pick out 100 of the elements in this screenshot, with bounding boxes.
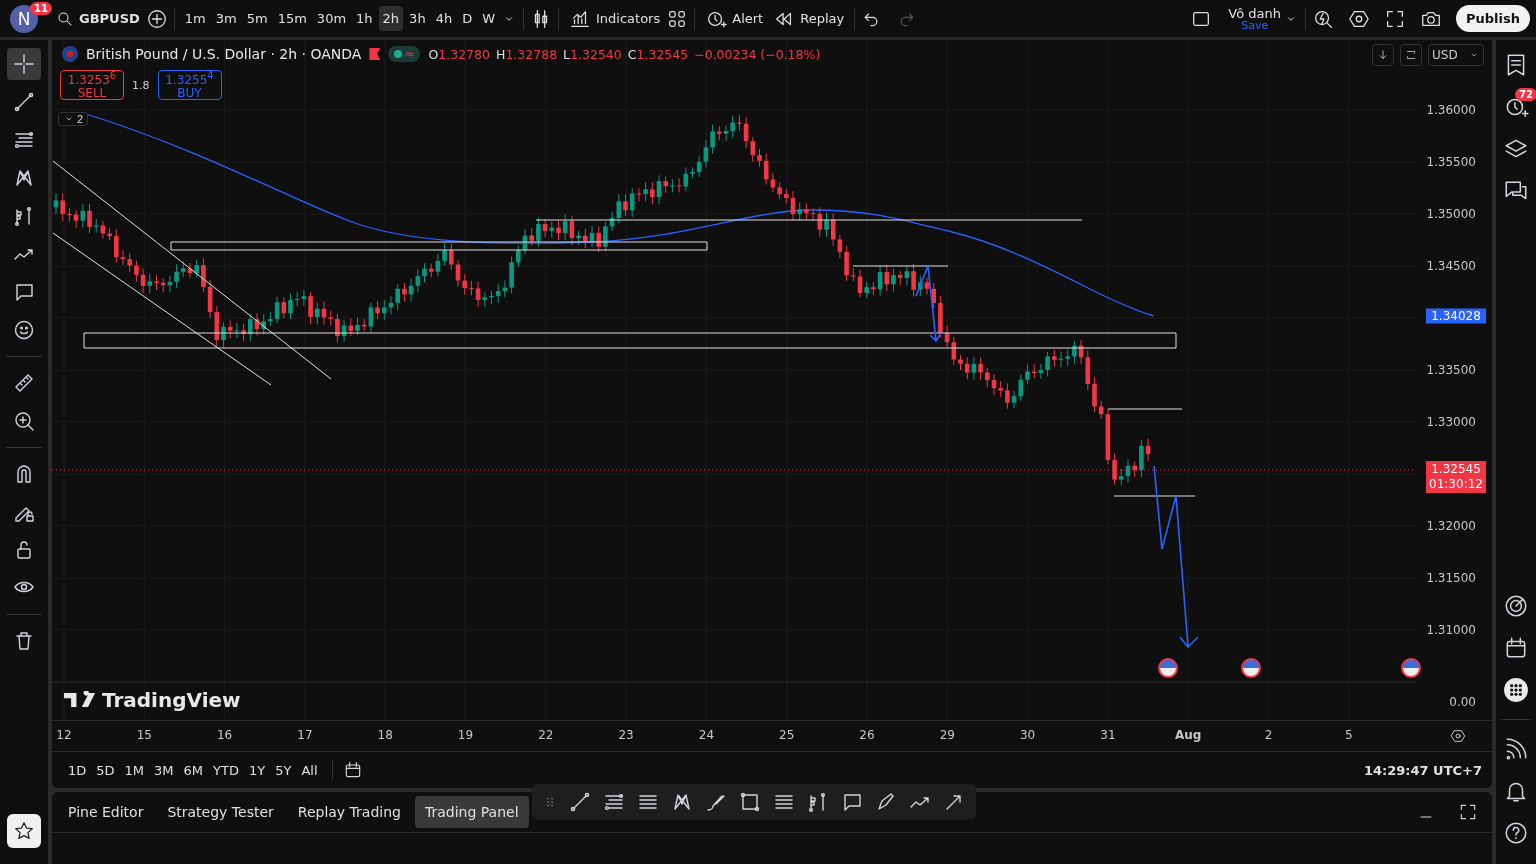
price-tick: 1.35000 bbox=[1426, 207, 1476, 221]
interval-button[interactable]: 4h bbox=[431, 6, 457, 31]
price-tick: 1.36000 bbox=[1426, 103, 1476, 117]
flag-icon[interactable] bbox=[369, 48, 381, 60]
time-tick: 15 bbox=[136, 728, 152, 742]
rectangle-icon[interactable] bbox=[738, 790, 762, 814]
price-tick: 1.31500 bbox=[1426, 571, 1476, 585]
buy-button[interactable]: 1.3255$^{4}$ BUY bbox=[157, 70, 222, 100]
interval-button[interactable]: 1m bbox=[180, 6, 210, 31]
crosshair-tool-button[interactable] bbox=[7, 48, 41, 80]
save-link[interactable]: Save bbox=[1241, 19, 1269, 31]
price-tick: 1.33500 bbox=[1426, 363, 1476, 377]
forecast-arrow[interactable] bbox=[915, 265, 942, 343]
range-button[interactable]: All bbox=[297, 759, 322, 781]
notification-badge: 11 bbox=[30, 2, 52, 15]
reset-button[interactable] bbox=[1400, 44, 1422, 66]
favorites-button[interactable] bbox=[7, 814, 41, 848]
interval-button[interactable]: W bbox=[478, 6, 499, 31]
time-tick: 12 bbox=[56, 728, 72, 742]
interval-button[interactable]: 30m bbox=[312, 6, 351, 31]
help-icon[interactable] bbox=[1503, 820, 1529, 846]
symbol-title[interactable]: British Pound / U.S. Dollar · 2h · OANDA bbox=[86, 46, 362, 62]
settings-icon[interactable] bbox=[1450, 728, 1466, 744]
range-button[interactable]: 1D bbox=[64, 759, 91, 781]
zoom-icon bbox=[12, 409, 36, 433]
layout-name[interactable]: Vô danh bbox=[1228, 6, 1281, 20]
publish-button[interactable]: Publish bbox=[1456, 5, 1530, 32]
spread-value: 1.8 bbox=[132, 78, 150, 92]
last-price-tag: 1.32545 01:30:12 bbox=[1426, 461, 1486, 493]
time-tick: 19 bbox=[457, 728, 474, 742]
star-icon bbox=[13, 820, 35, 842]
maximize-icon[interactable] bbox=[1458, 802, 1478, 822]
forecast-arrow[interactable] bbox=[1153, 465, 1199, 649]
range-button[interactable]: 1M bbox=[120, 759, 149, 781]
emoji-icon bbox=[12, 318, 36, 342]
indicators-toggle[interactable]: 2 bbox=[58, 112, 89, 126]
time-tick: 25 bbox=[779, 728, 795, 742]
time-tick: 22 bbox=[538, 728, 554, 742]
time-tick: 2 bbox=[1264, 728, 1273, 742]
price-change: −0.00234 (−0.18%) bbox=[694, 46, 821, 62]
symbol-search-button[interactable]: GBPUSD bbox=[52, 4, 144, 33]
support-zone-rectangle[interactable] bbox=[83, 332, 1177, 349]
search-icon bbox=[56, 9, 74, 28]
arrow-down-icon bbox=[1376, 48, 1390, 62]
crosshair-icon bbox=[12, 52, 36, 76]
economic-event-icon[interactable] bbox=[1241, 658, 1261, 678]
panel-tab[interactable]: Trading Panel bbox=[414, 796, 529, 828]
price-tick: 1.31000 bbox=[1426, 623, 1476, 637]
replay-button[interactable]: Replay bbox=[769, 2, 849, 35]
range-button[interactable]: 3M bbox=[150, 759, 178, 781]
range-button[interactable]: 5Y bbox=[271, 759, 296, 781]
range-button[interactable]: 5D bbox=[92, 759, 119, 781]
interval-button[interactable]: 2h bbox=[378, 6, 404, 31]
support-zone-rectangle[interactable] bbox=[170, 241, 708, 251]
refresh-icon bbox=[1404, 48, 1418, 62]
time-tick: 26 bbox=[859, 728, 875, 742]
ohlc-value: L1.32540 bbox=[563, 46, 622, 62]
range-button[interactable]: 1Y bbox=[244, 759, 270, 781]
scroll-down-button[interactable] bbox=[1372, 44, 1394, 66]
price-tick: 1.32000 bbox=[1426, 519, 1476, 533]
economic-event-icon[interactable] bbox=[1401, 658, 1421, 678]
time-tick: 5 bbox=[1345, 728, 1353, 742]
range-button[interactable]: YTD bbox=[209, 759, 243, 781]
panel-tab[interactable]: Replay Trading bbox=[287, 796, 411, 828]
sell-button[interactable]: 1.3253$^{6}$ SELL bbox=[60, 70, 124, 100]
currency-dropdown[interactable]: USD bbox=[1428, 44, 1484, 66]
trend-line-icon bbox=[12, 90, 36, 114]
ohlc-value: O1.32780 bbox=[428, 46, 490, 62]
currency-flag-icon bbox=[62, 46, 78, 62]
alert-button[interactable]: Alert bbox=[701, 2, 768, 35]
interval-button[interactable]: 3h bbox=[405, 6, 430, 31]
panel-tab[interactable]: Pine Editor bbox=[58, 796, 154, 828]
interval-button[interactable]: D bbox=[458, 6, 477, 31]
trend-line[interactable] bbox=[52, 160, 332, 380]
interval-button[interactable]: 5m bbox=[242, 6, 272, 31]
trend-line-icon[interactable] bbox=[568, 790, 592, 814]
interval-button[interactable]: 3m bbox=[211, 6, 241, 31]
price-tick: 1.35500 bbox=[1426, 155, 1476, 169]
economic-event-icon[interactable] bbox=[1158, 658, 1178, 678]
time-tick: 17 bbox=[297, 728, 313, 742]
moving-average-price-tag: 1.34028 bbox=[1426, 308, 1486, 324]
time-tick: 18 bbox=[377, 728, 393, 742]
apps-icon[interactable] bbox=[1503, 677, 1529, 703]
time-tick: Aug bbox=[1175, 728, 1202, 742]
target-icon[interactable] bbox=[1503, 593, 1529, 619]
interval-button[interactable]: 1h bbox=[352, 6, 377, 31]
add-symbol-icon[interactable] bbox=[145, 7, 168, 30]
time-tick: 29 bbox=[939, 728, 955, 742]
time-tick: 23 bbox=[618, 728, 634, 742]
time-tick: 30 bbox=[1019, 728, 1036, 742]
indicators-button[interactable]: Indicators bbox=[565, 2, 665, 35]
time-tick: 31 bbox=[1100, 728, 1116, 742]
clock-text[interactable]: 14:29:47 UTC+7 bbox=[1363, 762, 1482, 778]
interval-button[interactable]: 15m bbox=[273, 6, 311, 31]
volume-tick: 0.00 bbox=[1449, 695, 1476, 709]
trend-line[interactable] bbox=[52, 232, 272, 386]
panel-tab[interactable]: Strategy Tester bbox=[157, 796, 284, 828]
logo-icon bbox=[64, 691, 96, 709]
range-button[interactable]: 6M bbox=[179, 759, 208, 781]
price-tick: 1.33000 bbox=[1426, 415, 1476, 429]
